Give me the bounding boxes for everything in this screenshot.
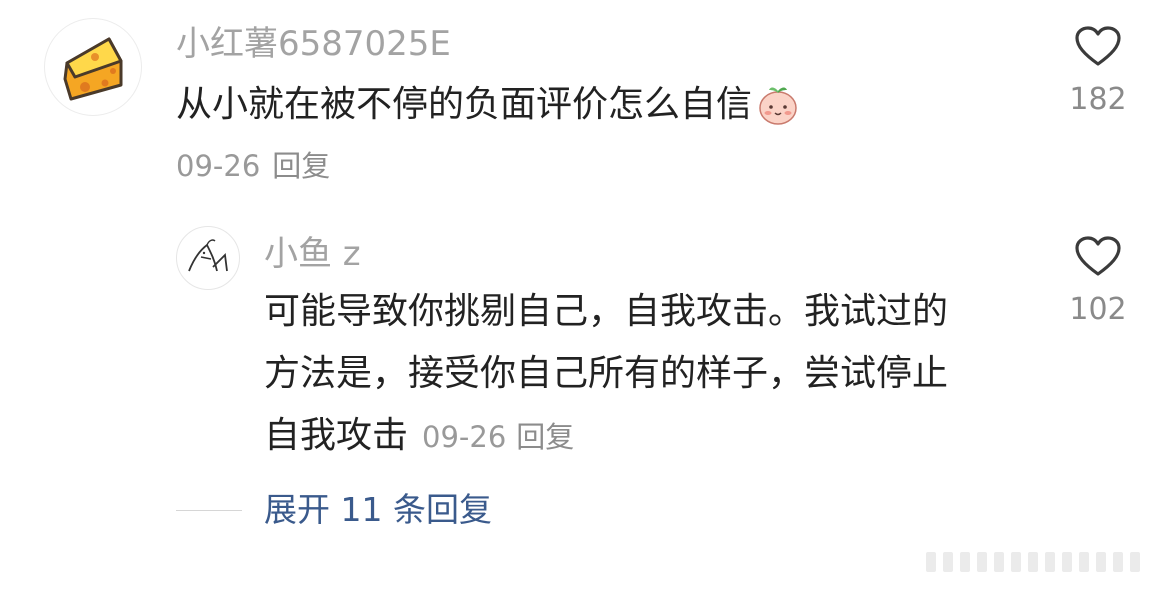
comment-reply-button[interactable]: 回复: [272, 149, 330, 183]
blushing-peach-emoji-icon: [756, 82, 800, 137]
reply-like-count: 102: [1069, 292, 1127, 327]
reply-reply-button[interactable]: 回复: [516, 420, 574, 454]
reply-username[interactable]: 小鱼 z: [264, 234, 361, 274]
expand-divider: [176, 509, 242, 511]
expand-replies-row[interactable]: 展开 11 条回复: [176, 490, 492, 530]
comment-text: 从小就在被不停的负面评价怎么自信: [176, 82, 800, 137]
cheese-icon: [63, 37, 123, 101]
commenter-avatar[interactable]: [44, 18, 142, 116]
commenter-username[interactable]: 小红薯6587025E: [176, 24, 451, 64]
reply-text-line-3-body: 自我攻击: [264, 415, 409, 456]
comment-like-count: 182: [1069, 82, 1127, 117]
watermark: [926, 550, 1156, 574]
reply-meta: 09-26 回复: [422, 420, 574, 454]
comment-date: 09-26: [176, 149, 261, 183]
reply-avatar[interactable]: [176, 226, 240, 290]
heart-outline-icon: [1075, 26, 1121, 66]
heart-outline-icon: [1075, 236, 1121, 276]
comment-text-body: 从小就在被不停的负面评价怎么自信: [176, 84, 753, 125]
reply-like-button[interactable]: 102: [1058, 236, 1138, 328]
reply-text-line-1: 可能导致你挑剔自己，自我攻击。我试过的: [264, 291, 949, 332]
reply-text-line-3: 自我攻击 09-26 回复: [264, 414, 574, 459]
reply-text-line-2: 方法是，接受你自己所有的样子，尝试停止: [264, 353, 949, 394]
reply-date: 09-26: [422, 420, 507, 454]
comment-meta: 09-26 回复: [176, 148, 330, 184]
expand-replies-button[interactable]: 展开 11 条回复: [264, 490, 492, 530]
comment-like-button[interactable]: 182: [1058, 26, 1138, 118]
sketch-doodle-icon: [188, 239, 228, 272]
